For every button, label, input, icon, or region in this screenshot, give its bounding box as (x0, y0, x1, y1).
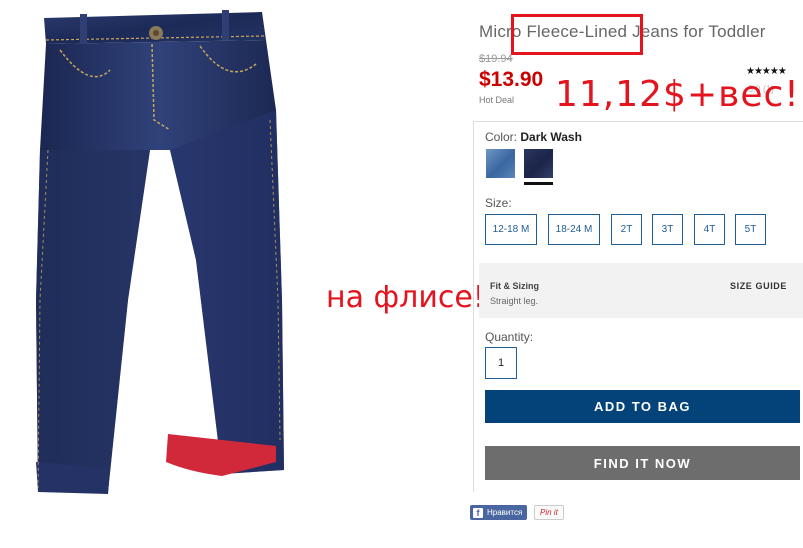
quantity-label: Quantity: (485, 330, 534, 344)
original-price: $19.94 (479, 53, 513, 65)
size-option-3t[interactable]: 3T (652, 214, 683, 245)
sale-price: $13.90 (479, 68, 544, 91)
swatch-light-wash[interactable] (486, 149, 515, 178)
title-highlight-box (511, 14, 643, 55)
size-option-18-24m[interactable]: 18-24 M (548, 214, 600, 245)
size-option-5t[interactable]: 5T (735, 214, 766, 245)
size-guide-link[interactable]: SIZE GUIDE (730, 281, 787, 291)
facebook-like-label: Нравится (487, 508, 523, 517)
pinterest-button[interactable]: Pin it (534, 505, 564, 520)
swatch-dark-wash[interactable] (524, 149, 553, 178)
price-annotation: 11,12$+вес! (555, 74, 800, 115)
product-image (0, 0, 470, 543)
size-label: Size: (485, 196, 512, 210)
fit-sizing-text: Straight leg. (490, 296, 539, 306)
quantity-input[interactable]: 1 (485, 347, 517, 379)
jeans-illustration (36, 10, 284, 494)
add-to-bag-button[interactable]: ADD TO BAG (485, 390, 800, 423)
size-option-2t[interactable]: 2T (611, 214, 642, 245)
fit-sizing-title: Fit & Sizing (490, 281, 539, 291)
size-option-4t[interactable]: 4T (694, 214, 725, 245)
facebook-like-button[interactable]: f Нравится (470, 505, 528, 520)
color-label-text: Color: (485, 130, 518, 144)
fleece-annotation: на флисе! (326, 280, 485, 315)
selected-color: Dark Wash (520, 130, 582, 144)
color-label: Color: Dark Wash (485, 130, 582, 144)
facebook-icon: f (473, 507, 483, 518)
size-option-12-18m[interactable]: 12-18 M (485, 214, 537, 245)
deal-label: Hot Deal (479, 95, 515, 105)
find-it-now-button[interactable]: FIND IT NOW (485, 446, 800, 480)
pinterest-label: Pin it (540, 508, 558, 517)
swatch-selected-indicator (524, 182, 553, 185)
